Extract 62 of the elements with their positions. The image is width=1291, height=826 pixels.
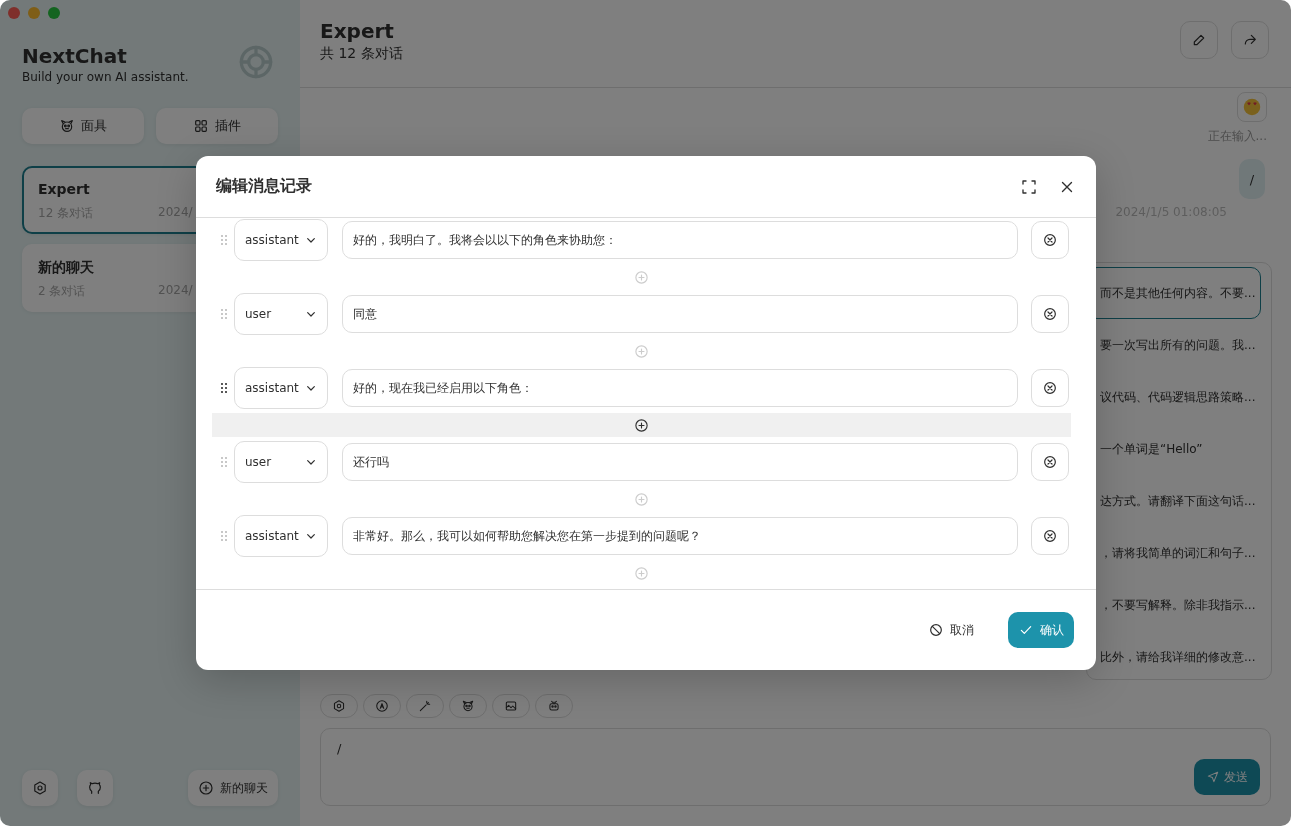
delete-message-button[interactable] bbox=[1031, 369, 1069, 407]
fullscreen-icon bbox=[1020, 177, 1038, 196]
close-circle-icon bbox=[1042, 306, 1058, 322]
close-circle-icon bbox=[1042, 454, 1058, 470]
add-icon bbox=[634, 343, 649, 359]
user-message: / bbox=[1239, 159, 1265, 199]
message-field[interactable]: 还行吗 bbox=[342, 443, 1018, 481]
session-title: Expert bbox=[38, 180, 90, 199]
chat-input-field[interactable]: / bbox=[337, 741, 1194, 756]
send-icon bbox=[1206, 770, 1220, 784]
delete-message-button[interactable] bbox=[1031, 295, 1069, 333]
plugin-button[interactable]: 插件 bbox=[156, 108, 278, 144]
new-chat-button[interactable]: 新的聊天 bbox=[188, 770, 278, 806]
send-button[interactable]: 发送 bbox=[1194, 759, 1260, 795]
close-circle-icon bbox=[1042, 232, 1058, 248]
mask-icon bbox=[59, 118, 75, 134]
delete-message-button[interactable] bbox=[1031, 221, 1069, 259]
add-icon bbox=[198, 780, 214, 796]
chat-subtitle: 共 12 条对话 bbox=[320, 43, 403, 62]
settings-button[interactable] bbox=[22, 770, 58, 806]
role-select[interactable]: assistant bbox=[234, 219, 328, 261]
session-title: 新的聊天 bbox=[38, 258, 94, 277]
add-icon bbox=[634, 565, 649, 581]
message-field[interactable]: 好的，现在我已经启用以下角色： bbox=[342, 369, 1018, 407]
close-circle-icon bbox=[1042, 380, 1058, 396]
role-select[interactable]: user bbox=[234, 293, 328, 335]
delete-message-button[interactable] bbox=[1031, 443, 1069, 481]
image-icon bbox=[504, 699, 518, 713]
add-icon bbox=[634, 417, 649, 433]
role-select[interactable]: user bbox=[234, 441, 328, 483]
grid-icon bbox=[193, 118, 209, 134]
fullscreen-button[interactable] bbox=[1020, 177, 1038, 196]
settings-button[interactable] bbox=[320, 694, 358, 718]
app-subtitle: Build your own AI assistant. bbox=[22, 69, 189, 85]
message-field[interactable]: 同意 bbox=[342, 295, 1018, 333]
image-button[interactable] bbox=[492, 694, 530, 718]
magic-wand-icon bbox=[418, 699, 432, 713]
close-window-button[interactable] bbox=[8, 7, 20, 19]
app-title: NextChat bbox=[22, 43, 128, 69]
chat-title: Expert bbox=[320, 17, 395, 44]
mask-icon bbox=[461, 699, 475, 713]
delete-message-button[interactable] bbox=[1031, 517, 1069, 555]
add-icon bbox=[634, 491, 649, 507]
settings-icon bbox=[332, 699, 346, 713]
message-field[interactable]: 好的，我明白了。我将会以以下的角色来协助您： bbox=[342, 221, 1018, 259]
close-circle-icon bbox=[1042, 528, 1058, 544]
mask-button[interactable] bbox=[449, 694, 487, 718]
confirm-button[interactable]: 确认 bbox=[1008, 612, 1074, 648]
role-select[interactable]: assistant bbox=[234, 367, 328, 409]
cancel-button[interactable]: 取消 bbox=[916, 612, 986, 648]
text-button[interactable] bbox=[363, 694, 401, 718]
emoji-icon bbox=[1243, 98, 1261, 116]
block-icon bbox=[928, 622, 944, 638]
robot-icon bbox=[547, 699, 561, 713]
text-icon bbox=[375, 699, 389, 713]
add-icon bbox=[634, 269, 649, 285]
role-select[interactable]: assistant bbox=[234, 515, 328, 557]
mask-button[interactable]: 面具 bbox=[22, 108, 144, 144]
settings-icon bbox=[32, 780, 48, 796]
edit-button[interactable] bbox=[1180, 20, 1218, 59]
robot-button[interactable] bbox=[535, 694, 573, 718]
message-field[interactable]: 非常好。那么，我可以如何帮助您解决您在第一步提到的问题呢？ bbox=[342, 517, 1018, 555]
